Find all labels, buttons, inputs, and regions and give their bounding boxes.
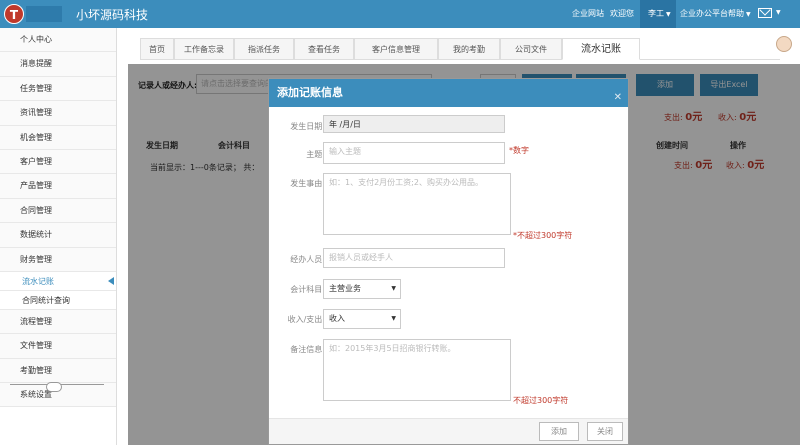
handler-label: 经办人员: [290,255,325,264]
user-menu[interactable]: 李工 ▼ [640,0,676,28]
chevron-down-icon: ▼ [391,285,396,292]
sidebar-item-workflow[interactable]: 流程管理 [0,309,116,335]
dialog-title: 添加记账信息 [277,86,343,99]
top-bar: T 小坏源码科技 企业网站 欢迎您 李工 ▼ 企业办公平台帮助 ▼ ▼ [0,0,800,28]
note-hint: 不超过300字符 [513,396,569,405]
sidebar-item-personal-center[interactable]: 个人中心 [0,28,116,53]
tab-cash-journal[interactable]: 流水记账 [562,38,640,60]
dialog-footer: 添加 关闭 [269,418,628,444]
tab-assign-task[interactable]: 指派任务 [234,38,294,60]
tab-customer-info[interactable]: 客户信息管理 [354,38,438,60]
type-select[interactable]: 收入 ▼ [323,309,401,329]
sidebar-item-news[interactable]: 资讯管理 [0,101,116,126]
sidebar-item-attendance[interactable]: 考勤管理 [0,358,116,384]
event-label: 发生事由: [290,179,325,188]
logo-icon: T [4,4,24,24]
tab-company-files[interactable]: 公司文件 [500,38,562,60]
dialog-header: 添加记账信息 ✕ [269,79,628,107]
chevron-down-icon[interactable]: ▼ [776,9,781,16]
chevron-down-icon: ▼ [391,315,396,322]
help-label: 企业办公平台帮助 [680,9,744,18]
account-value: 主营业务 [329,284,361,293]
add-record-dialog: 添加记账信息 ✕ 发生日期: 年 /月/日 主题: 输入主题 *数字 发生事由:… [268,78,629,445]
type-value: 收入 [329,314,345,323]
subject-hint: *数字 [509,146,529,155]
tab-memo[interactable]: 工作备忘录 [174,38,234,60]
chevron-down-icon: ▼ [746,11,751,18]
avatar[interactable] [776,36,792,52]
user-name: 李工 [648,9,664,18]
sidebar-item-messages[interactable]: 消息提醒 [0,52,116,77]
dialog-close-button[interactable]: 关闭 [587,422,623,441]
sidebar-item-finance[interactable]: 财务管理 [0,247,116,272]
tab-attendance[interactable]: 我的考勤 [438,38,500,60]
help-menu[interactable]: 企业办公平台帮助 ▼ [680,8,751,19]
account-select[interactable]: 主营业务 ▼ [323,279,401,299]
tab-view-task[interactable]: 查看任务 [294,38,354,60]
sidebar-item-statistics[interactable]: 数据统计 [0,223,116,248]
tab-bar: 首页 工作备忘录 指派任务 查看任务 客户信息管理 我的考勤 公司文件 流水记账 [140,38,780,60]
type-label: 收入/支出: [287,315,325,324]
sidebar-item-contracts[interactable]: 合同管理 [0,198,116,224]
sidebar-item-opportunities[interactable]: 机会管理 [0,125,116,150]
tab-home[interactable]: 首页 [140,38,174,60]
sidebar-item-customers[interactable]: 客户管理 [0,149,116,175]
sidebar-item-files[interactable]: 文件管理 [0,334,116,359]
date-label: 发生日期: [290,122,325,131]
sidebar-item-tasks[interactable]: 任务管理 [0,76,116,102]
close-icon[interactable]: ✕ [614,84,622,112]
handler-input[interactable]: 报销人员或经手人 [323,248,505,268]
mail-icon[interactable] [758,8,772,18]
dialog-add-button[interactable]: 添加 [539,422,579,441]
welcome-text: 欢迎您 [610,9,634,18]
note-textarea[interactable]: 如：2015年3月5日招商银行转账。 [323,339,511,401]
note-label: 备注信息: [290,345,325,354]
event-textarea[interactable]: 如：1、支付2月份工资;2、购买办公用品。 [323,173,511,235]
company-site-link[interactable]: 企业网站 [572,8,604,19]
brand-title: 小坏源码科技 [76,8,149,22]
chevron-down-icon: ▼ [666,11,671,18]
sidebar-subitem-contract-query[interactable]: 合同统计查询 [0,290,116,310]
sidebar-toggle[interactable] [46,382,62,392]
subject-input[interactable]: 输入主题 [323,142,505,164]
sidebar-subitem-cash-journal[interactable]: 流水记账 [0,271,116,291]
sidebar-item-products[interactable]: 产品管理 [0,174,116,199]
date-field[interactable]: 年 /月/日 [323,115,505,133]
account-label: 会计科目: [290,285,325,294]
logo-strip [26,6,62,22]
subject-label: 主题: [306,150,325,159]
event-hint: *不超过300字符 [513,231,573,240]
